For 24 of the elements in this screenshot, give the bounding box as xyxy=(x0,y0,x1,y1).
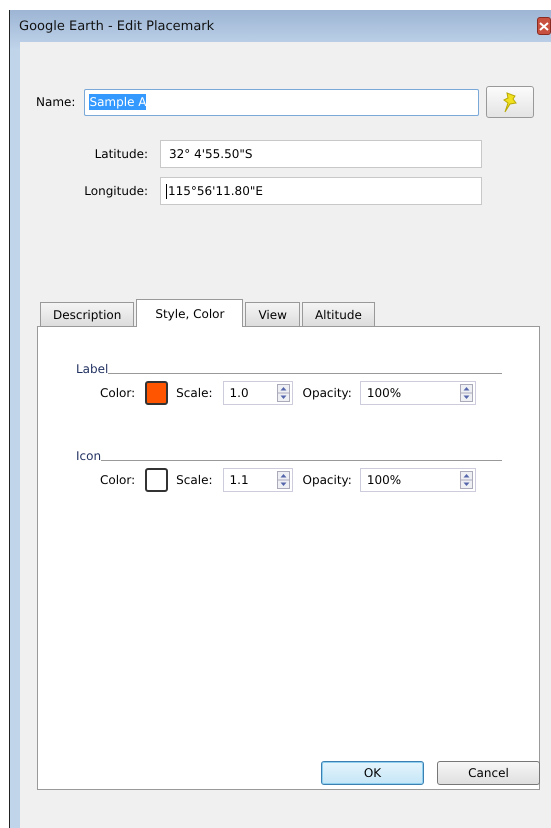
spin-field[interactable]: 1.0 xyxy=(222,381,292,405)
coordinate-label: Longitude: xyxy=(83,184,149,198)
spin-field[interactable]: 100% xyxy=(360,468,476,492)
tab[interactable]: Description xyxy=(40,302,134,326)
color-label: Color: xyxy=(100,473,136,487)
group-title: Label xyxy=(76,362,108,376)
ok-button[interactable]: OK xyxy=(321,761,424,785)
spin-field[interactable]: 1.1 xyxy=(222,468,292,492)
scale-label: Scale: xyxy=(176,386,212,400)
coordinate-field[interactable]: 32° 4'55.50"S xyxy=(160,140,482,168)
cancel-button[interactable]: Cancel xyxy=(437,761,540,785)
color-label: Color: xyxy=(100,386,136,400)
name-label: Name: xyxy=(36,95,76,109)
spin-field[interactable]: 100% xyxy=(360,381,476,405)
coordinate-label: Latitude: xyxy=(94,147,149,161)
opacity-label: Opacity: xyxy=(302,386,352,400)
window-title: Google Earth - Edit Placemark xyxy=(19,18,214,34)
tab[interactable]: Style, Color xyxy=(136,299,244,327)
opacity-label: Opacity: xyxy=(302,473,352,487)
scale-label: Scale: xyxy=(176,473,212,487)
tab[interactable]: View xyxy=(245,302,300,326)
coordinate-field[interactable]: 115°56'11.80"E xyxy=(160,177,482,205)
tab[interactable]: Altitude xyxy=(302,302,375,326)
group-title: Icon xyxy=(76,449,102,463)
